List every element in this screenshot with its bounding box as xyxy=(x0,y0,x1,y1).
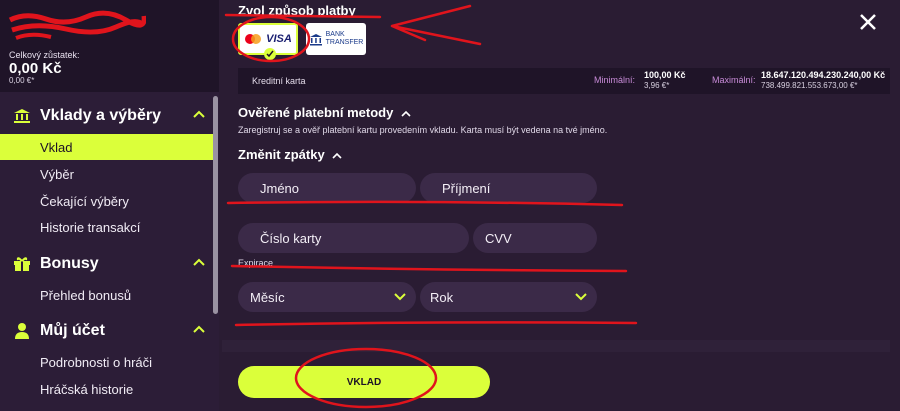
close-icon[interactable] xyxy=(858,12,878,32)
max-value-eur: 738.499.821.553.673,00 €* xyxy=(761,81,858,90)
balance-label: Celkový zůstatek: xyxy=(9,50,80,60)
year-select-value: Rok xyxy=(430,289,454,305)
mastercard-icon xyxy=(245,34,262,44)
selected-check-icon xyxy=(264,48,276,60)
payment-method-bank-transfer[interactable]: BANK TRANSFER xyxy=(306,23,366,55)
min-value: 100,00 Kč xyxy=(644,70,686,80)
month-select-value: Měsíc xyxy=(250,289,285,305)
min-label: Minimální: xyxy=(594,75,636,85)
chevron-down-icon xyxy=(575,293,587,301)
balance-value: 0,00 Kč xyxy=(9,60,62,77)
verified-methods-title: Ověřené platební metody xyxy=(238,105,394,120)
year-select[interactable]: Rok xyxy=(420,282,597,312)
month-select[interactable]: Měsíc xyxy=(238,282,416,312)
sidebar-item-transaction-history[interactable]: Historie transakcí xyxy=(0,214,213,240)
section-bonuses[interactable]: Bonusy xyxy=(0,249,213,279)
chevron-up-icon xyxy=(193,325,205,333)
chevron-up-icon xyxy=(193,258,205,266)
sidebar: Celkový zůstatek: 0,00 Kč 0,00 €* Vklady… xyxy=(0,0,219,411)
sidebar-item-player-details[interactable]: Podrobnosti o hráči xyxy=(0,349,213,375)
bank-icon xyxy=(12,107,32,125)
bank-transfer-icon xyxy=(309,33,322,45)
section-title: Vklady a výběry xyxy=(40,107,161,124)
expiry-label: Expirace xyxy=(238,258,274,268)
chevron-up-icon xyxy=(193,110,205,118)
sidebar-item-player-history[interactable]: Hráčská historie xyxy=(0,376,213,402)
max-label: Maximální: xyxy=(712,75,756,85)
section-my-account[interactable]: Můj účet xyxy=(0,316,213,346)
card-number-input[interactable]: Číslo karty xyxy=(238,223,469,253)
deposit-button[interactable]: VKLAD xyxy=(238,366,490,398)
sidebar-item-bonus-overview[interactable]: Přehled bonusů xyxy=(0,282,213,308)
last-name-input[interactable]: Příjmení xyxy=(420,173,597,203)
verified-methods-description: Zaregistruj se a ověř platební kartu pro… xyxy=(238,125,608,135)
limits-bar: Kreditní karta Minimální: 100,00 Kč 3,96… xyxy=(238,68,890,94)
gift-icon xyxy=(12,255,32,273)
bank-label: BANK xyxy=(325,31,345,38)
sidebar-scrollbar[interactable] xyxy=(213,96,218,314)
section-deposits-withdrawals[interactable]: Vklady a výběry xyxy=(0,101,213,131)
chevron-up-icon xyxy=(401,110,411,117)
sidebar-item-pending-withdrawals[interactable]: Čekající výběry xyxy=(0,188,213,214)
deposit-panel: Zvol způsob platby VISA BANK TRANSFER Kr… xyxy=(222,0,890,411)
visa-label: VISA xyxy=(266,33,292,45)
chevron-down-icon xyxy=(394,293,406,301)
section-divider xyxy=(222,340,890,352)
first-name-input[interactable]: Jméno xyxy=(238,173,416,203)
chevron-up-icon xyxy=(332,152,342,159)
sidebar-item-deposit[interactable]: Vklad xyxy=(0,134,213,160)
user-icon xyxy=(12,322,32,340)
change-back-title: Změnit zpátky xyxy=(238,147,325,162)
redacted-username-scribble xyxy=(8,10,146,40)
balance-eur: 0,00 €* xyxy=(9,76,35,85)
account-header: Celkový zůstatek: 0,00 Kč 0,00 €* xyxy=(0,0,219,92)
section-title: Můj účet xyxy=(40,322,105,339)
transfer-label: TRANSFER xyxy=(325,39,364,46)
max-value: 18.647.120.494.230.240,00 Kč xyxy=(761,70,886,80)
choose-payment-title: Zvol způsob platby xyxy=(238,3,356,18)
card-type-label: Kreditní karta xyxy=(252,76,306,86)
min-value-eur: 3,96 €* xyxy=(644,81,670,90)
verified-methods-toggle[interactable]: Ověřené platební metody xyxy=(238,105,411,120)
section-title: Bonusy xyxy=(40,255,99,272)
sidebar-item-withdrawal[interactable]: Výběr xyxy=(0,161,213,187)
change-back-toggle[interactable]: Změnit zpátky xyxy=(238,147,342,162)
cvv-input[interactable]: CVV xyxy=(473,223,597,253)
